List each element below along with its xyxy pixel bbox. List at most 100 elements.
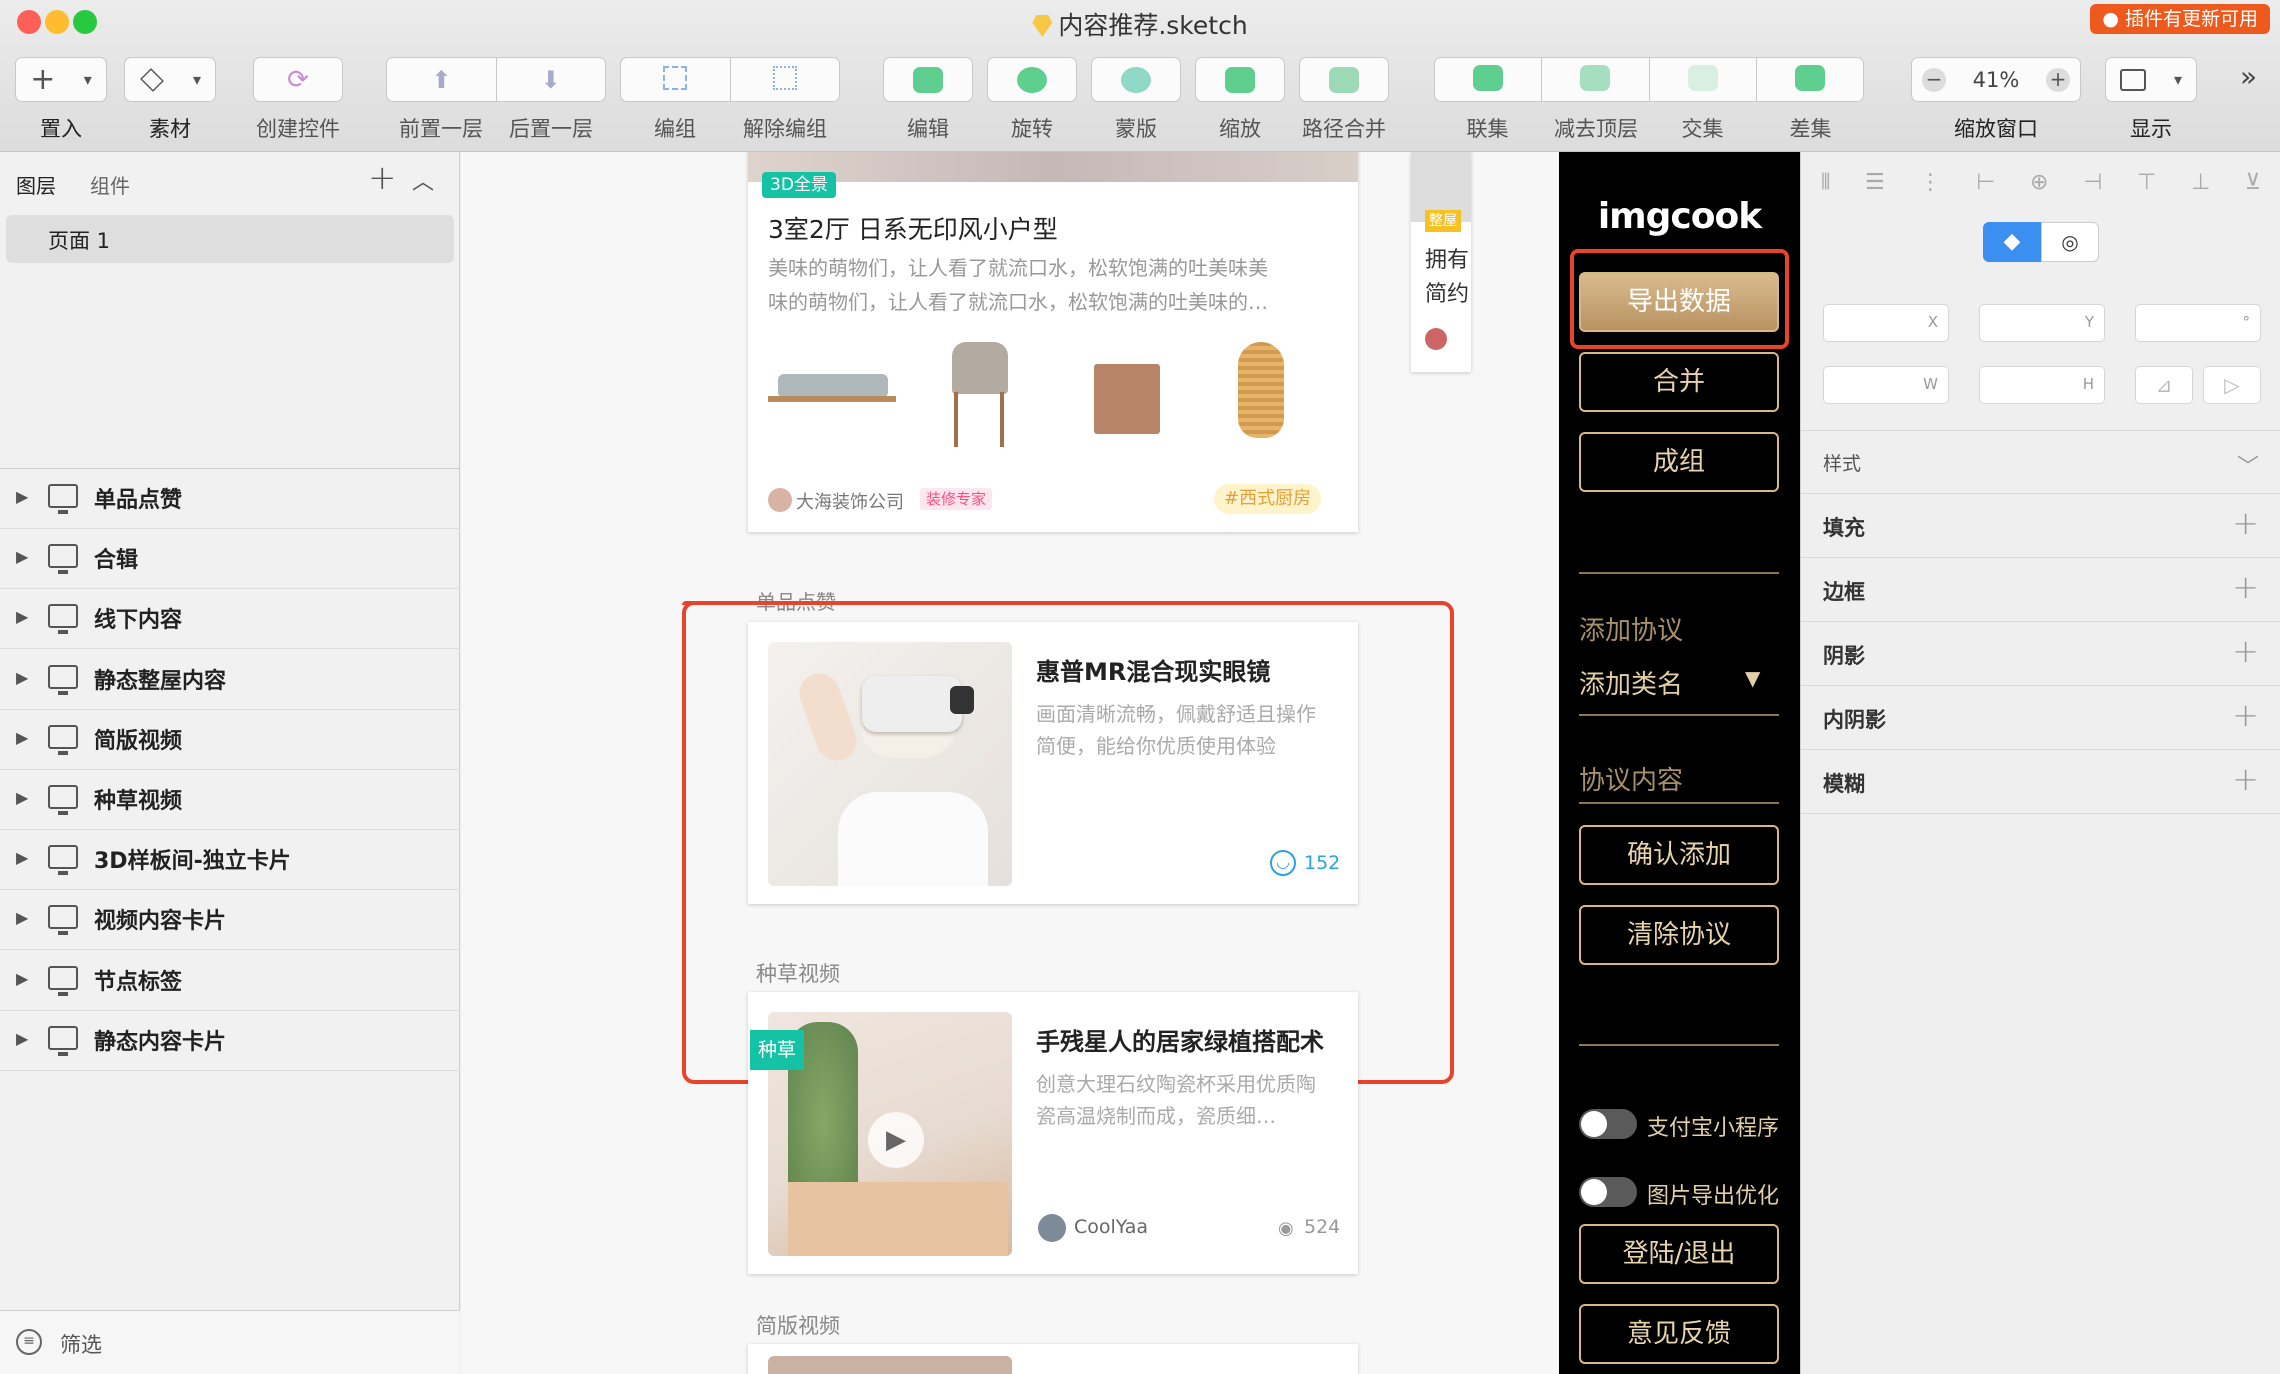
card-title: 手残星人的居家绿植搭配术	[1036, 1028, 1324, 1056]
union-icon[interactable]	[1435, 64, 1541, 95]
feedback-button[interactable]: 意见反馈	[1579, 1304, 1779, 1364]
layer-row-artboard[interactable]: ▶ 节点标签	[0, 951, 460, 1011]
style-section[interactable]: 样式 ﹀	[1801, 430, 2280, 494]
disclosure-triangle-icon[interactable]: ▶	[16, 848, 28, 867]
disclosure-triangle-icon[interactable]: ▶	[16, 547, 28, 566]
more-icon[interactable]: ⋮	[1919, 170, 1941, 195]
send-backward-icon[interactable]: ⬇	[496, 66, 605, 94]
disclosure-triangle-icon[interactable]: ▶	[16, 487, 28, 506]
x-field[interactable]: X	[1823, 304, 1949, 342]
width-field[interactable]: W	[1823, 366, 1949, 404]
tab-layers[interactable]: 图层	[16, 170, 56, 199]
disclosure-triangle-icon[interactable]: ▶	[16, 908, 28, 927]
group-button[interactable]: 成组	[1579, 432, 1779, 492]
design-canvas[interactable]: 3D全景 3室2厅 日系无印风小户型 美味的萌物们，让人看了就流口水，松软饱满的…	[461, 152, 1559, 1374]
rotation-field[interactable]: °	[2135, 304, 2261, 342]
align-middle-icon[interactable]: ⊥	[2191, 170, 2210, 195]
filter-input[interactable]: 筛选	[60, 1329, 102, 1359]
difference-icon[interactable]	[1757, 64, 1863, 95]
toolbar-overflow-icon[interactable]: »	[2240, 60, 2257, 93]
layer-row-artboard[interactable]: ▶ 单品点赞	[0, 469, 460, 529]
layer-row-artboard[interactable]: ▶ 合辑	[0, 529, 460, 590]
border-section[interactable]: 边框 +	[1801, 558, 2280, 622]
disclosure-triangle-icon[interactable]: ▶	[16, 668, 28, 687]
disclosure-triangle-icon[interactable]: ▶	[16, 1029, 28, 1048]
flatten-button[interactable]	[1299, 57, 1389, 102]
rotate-button[interactable]	[987, 57, 1077, 102]
insert-button[interactable]: + ▾	[15, 57, 107, 102]
protocol-content-input[interactable]: 协议内容	[1579, 760, 1683, 797]
inner-shadow-section[interactable]: 内阴影 +	[1801, 686, 2280, 750]
flip-horizontal-icon[interactable]: ⊿	[2135, 366, 2193, 404]
add-fill-icon[interactable]: +	[2232, 504, 2259, 542]
align-left-icon[interactable]: ⊢	[1976, 170, 1995, 195]
image-optimize-toggle[interactable]	[1579, 1177, 1637, 1207]
diamond-icon[interactable]: ◆	[1983, 222, 2041, 262]
shadow-section[interactable]: 阴影 +	[1801, 622, 2280, 686]
edit-button[interactable]	[883, 57, 973, 102]
distribute-horizontal-icon[interactable]: ⫴	[1821, 170, 1830, 195]
tab-components[interactable]: 组件	[90, 170, 130, 199]
align-top-icon[interactable]: ⊤	[2137, 170, 2156, 195]
add-border-icon[interactable]: +	[2232, 568, 2259, 606]
align-right-icon[interactable]: ⊣	[2083, 170, 2102, 195]
layer-row-artboard[interactable]: ▶ 简版视频	[0, 710, 460, 770]
add-inner-shadow-icon[interactable]: +	[2232, 696, 2259, 734]
disclosure-triangle-icon[interactable]: ▶	[16, 728, 28, 747]
add-blur-icon[interactable]: +	[2232, 760, 2259, 798]
merge-button[interactable]: 合并	[1579, 352, 1779, 412]
side-card[interactable]: 整屋 拥有 简约	[1411, 152, 1471, 372]
smile-icon[interactable]: ◡	[1270, 850, 1296, 876]
layer-row-artboard[interactable]: ▶ 静态内容卡片	[0, 1011, 460, 1071]
fill-section[interactable]: 填充 +	[1801, 494, 2280, 558]
view-button[interactable]: ▾	[2105, 57, 2197, 102]
disclosure-triangle-icon[interactable]: ▶	[16, 607, 28, 626]
group-icon[interactable]	[621, 65, 730, 94]
flip-vertical-icon[interactable]: ▷	[2203, 366, 2261, 404]
blur-section[interactable]: 模糊 +	[1801, 750, 2280, 814]
layer-label: 种草视频	[94, 789, 183, 814]
prototype-icon[interactable]: ◎	[2041, 222, 2099, 262]
align-bottom-icon[interactable]: ⊻	[2245, 170, 2261, 195]
layer-row-artboard[interactable]: ▶ 线下内容	[0, 589, 460, 650]
create-symbol-button[interactable]: ⟳	[253, 57, 343, 102]
y-field[interactable]: Y	[1979, 304, 2105, 342]
intersect-icon[interactable]	[1650, 64, 1756, 95]
collapse-pages-icon[interactable]: ︿	[412, 164, 434, 196]
card-grass-video[interactable]: ▶ 种草 手残星人的居家绿植搭配术 创意大理石纹陶瓷杯采用优质陶 瓷高温烧制而成…	[748, 992, 1358, 1274]
ungroup-icon[interactable]	[730, 65, 839, 94]
layer-row-artboard[interactable]: ▶ 视频内容卡片	[0, 890, 460, 951]
add-class-select[interactable]: 添加类名	[1579, 664, 1683, 701]
card-3d-panorama[interactable]: 3D全景 3室2厅 日系无印风小户型 美味的萌物们，让人看了就流口水，松软饱满的…	[748, 152, 1358, 532]
height-field-suffix: H	[2082, 375, 2094, 393]
layer-row-artboard[interactable]: ▶ 3D样板间-独立卡片	[0, 830, 460, 891]
disclosure-triangle-icon[interactable]: ▶	[16, 969, 28, 988]
layer-row-artboard[interactable]: ▶ 种草视频	[0, 770, 460, 830]
bring-forward-icon[interactable]: ⬆	[387, 66, 496, 94]
scale-button[interactable]	[1195, 57, 1285, 102]
export-data-button[interactable]: 导出数据	[1579, 272, 1779, 332]
assets-button[interactable]: ▾	[124, 57, 216, 102]
add-page-icon[interactable]: +	[368, 158, 397, 198]
distribute-vertical-icon[interactable]: ☰	[1865, 170, 1885, 195]
disclosure-triangle-icon[interactable]: ▶	[16, 788, 28, 807]
plugin-update-badge[interactable]: ● 插件有更新可用	[2090, 4, 2270, 34]
login-logout-button[interactable]: 登陆/退出	[1579, 1224, 1779, 1284]
zoom-in-icon[interactable]: +	[2046, 67, 2070, 92]
play-icon[interactable]: ▶	[868, 1112, 924, 1168]
confirm-add-button[interactable]: 确认添加	[1579, 825, 1779, 885]
chevron-down-icon[interactable]: ﹀	[2237, 449, 2259, 481]
card-simple-video[interactable]	[748, 1344, 1358, 1374]
chevron-down-icon[interactable]: ▼	[1745, 666, 1760, 690]
align-center-icon[interactable]: ⊕	[2030, 170, 2048, 195]
mask-button[interactable]	[1091, 57, 1181, 102]
page-item-selected[interactable]: 页面 1	[6, 215, 454, 263]
add-shadow-icon[interactable]: +	[2232, 632, 2259, 670]
subtract-icon[interactable]	[1542, 64, 1648, 95]
height-field[interactable]: H	[1979, 366, 2105, 404]
zoom-out-icon[interactable]: −	[1922, 67, 1946, 92]
alipay-toggle[interactable]	[1579, 1109, 1637, 1139]
clear-protocol-button[interactable]: 清除协议	[1579, 905, 1779, 965]
layer-row-artboard[interactable]: ▶ 静态整屋内容	[0, 650, 460, 710]
card-single-like[interactable]: 惠普MR混合现实眼镜 画面清晰流畅，佩戴舒适且操作 简便，能给你优质使用体验 ◡…	[748, 622, 1358, 904]
